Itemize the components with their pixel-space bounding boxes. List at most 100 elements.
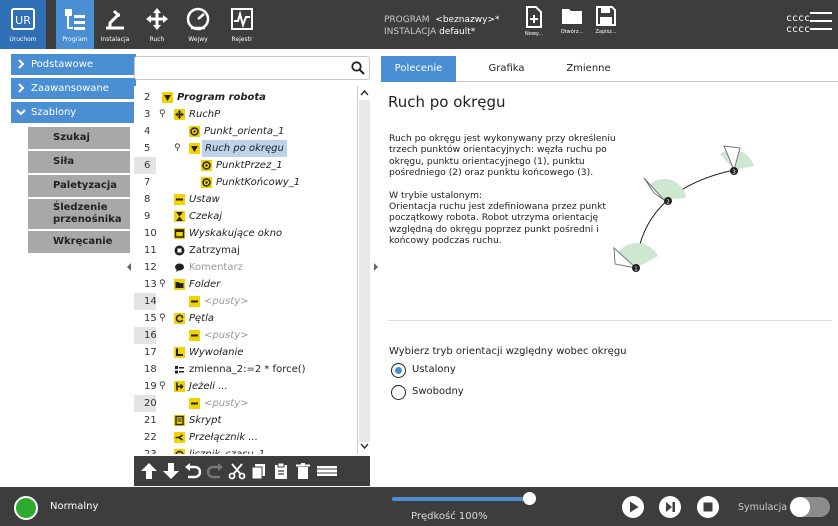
tree-row[interactable]: 13 ⚲ Folder [134, 276, 356, 293]
nav-move[interactable]: Ruch [138, 0, 176, 49]
tree-row[interactable]: 21 Skrypt [134, 412, 356, 429]
cut-scissors-icon[interactable] [228, 462, 246, 480]
description-paragraph-1: Ruch po okręgu jest wykonywany przy okre… [389, 133, 616, 179]
installation-label: INSTALACJA [384, 27, 437, 37]
tree-row[interactable]: 3 ⚲ RuchP [134, 106, 356, 123]
tree-row[interactable]: 22 Przełącznik ... [134, 429, 356, 446]
tab-graphics[interactable]: Grafika [469, 56, 544, 82]
move-up-icon[interactable] [140, 462, 158, 480]
radio-free[interactable]: Swobodny [391, 385, 561, 401]
template-screwdriving[interactable]: Wkręcanie [28, 231, 130, 253]
chevron-right-icon [18, 59, 25, 69]
category-templates[interactable]: Szablony [11, 102, 136, 123]
template-palletizing[interactable]: Paletyzacja [28, 175, 130, 197]
tree-row[interactable]: 4 Punkt_orienta_1 [134, 123, 356, 140]
simulation-toggle[interactable] [790, 497, 830, 517]
scroll-thumb[interactable] [359, 100, 370, 442]
tree-row[interactable]: 7 PunktKońcowy_1 [134, 174, 356, 191]
speed-slider-track[interactable] [392, 497, 530, 501]
template-conveyor-tracking[interactable]: Śledzenie przenośnika [28, 199, 130, 229]
tree-item-label: Folder [189, 279, 221, 290]
program-name: <beznazwy>* [435, 15, 500, 25]
tree-item-label: Jeżeli ... [189, 381, 228, 392]
tree-item-label: <pusty> [204, 296, 249, 307]
nav-run[interactable]: UR Uruchom [0, 0, 46, 49]
collapse-right-icon[interactable] [373, 262, 379, 272]
tree-item-label: PunktPrzez_1 [216, 160, 283, 171]
line-number: 5 [144, 143, 151, 154]
redo-icon[interactable] [206, 462, 224, 480]
step-button[interactable] [659, 496, 681, 518]
collapse-pin-icon[interactable]: ⚲ [159, 310, 166, 327]
nav-log[interactable]: Rejestr [222, 0, 262, 49]
paste-icon[interactable] [272, 462, 290, 480]
tree-item-label: Zatrzymaj [189, 245, 240, 256]
nav-run-label: Uruchom [9, 36, 37, 43]
collapse-left-icon[interactable] [126, 262, 132, 272]
line-number: 9 [144, 211, 151, 222]
radio-fixed-circle[interactable] [391, 363, 406, 378]
tree-row[interactable]: 9 Czekaj [134, 208, 356, 225]
movep-icon [174, 109, 185, 120]
tree-row[interactable]: 18 zmienna_2:=2 * force() [134, 361, 356, 378]
save-button[interactable]: Zapisz... [588, 6, 624, 46]
hamburger-menu-icon[interactable] [810, 12, 832, 32]
tree-row[interactable]: 17 Wywołanie [134, 344, 356, 361]
radio-fixed[interactable]: Ustalony [391, 363, 561, 379]
tree-row[interactable]: 2 Program robota [134, 89, 356, 106]
line-number: 14 [134, 293, 157, 310]
undo-icon[interactable] [184, 462, 202, 480]
play-button[interactable] [622, 496, 644, 518]
move-down-icon[interactable] [162, 462, 180, 480]
tree-row[interactable]: 23 licznik_czasu_1 [134, 446, 356, 454]
scroll-up-icon[interactable] [360, 89, 369, 96]
new-button[interactable]: Nowy... [516, 6, 552, 46]
open-button[interactable]: Otwórz... [554, 6, 590, 46]
tab-command[interactable]: Polecenie [381, 56, 456, 82]
tree-row[interactable]: 20 <pusty> [134, 395, 356, 412]
tree-row[interactable]: 11 Zatrzymaj [134, 242, 356, 259]
collapse-pin-icon[interactable]: ⚲ [159, 276, 166, 293]
comment-icon [175, 263, 184, 272]
tree-item-label: RuchP [189, 109, 221, 120]
tree-row[interactable]: 10 Wyskakujące okno [134, 225, 356, 242]
tree-row[interactable]: 8 Ustaw [134, 191, 356, 208]
category-basic[interactable]: Podstawowe [11, 54, 136, 75]
tree-scrollbar[interactable] [357, 86, 370, 454]
delete-trash-icon[interactable] [294, 462, 312, 480]
stop-button[interactable] [697, 496, 719, 518]
tree-search-input[interactable] [134, 56, 370, 80]
user-line-2: cccc [786, 24, 811, 35]
speed-slider-knob[interactable] [523, 492, 536, 505]
scroll-down-icon[interactable] [360, 443, 369, 450]
collapse-pin-icon[interactable]: ⚲ [159, 378, 166, 395]
template-force[interactable]: Siła [28, 151, 130, 173]
collapse-pin-icon[interactable]: ⚲ [159, 106, 166, 123]
collapse-pin-icon[interactable]: ⚲ [174, 140, 181, 157]
suppress-icon[interactable] [316, 462, 338, 480]
tree-row[interactable]: 16 <pusty> [134, 327, 356, 344]
radio-selected-dot [394, 366, 402, 374]
tree-row[interactable]: 12 Komentarz [134, 259, 356, 276]
template-conveyor-label-2: przenośnika [53, 214, 122, 225]
tree-row[interactable]: 19 ⚲ Jeżeli ... [134, 378, 356, 395]
line-number: 21 [144, 415, 157, 426]
category-advanced[interactable]: Zaawansowane [11, 78, 136, 99]
tree-row[interactable]: 6 PunktPrzez_1 [134, 157, 356, 174]
line-number: 19 [144, 381, 157, 392]
tree-row[interactable]: 15 ⚲ Pętla [134, 310, 356, 327]
robot-status-indicator[interactable] [14, 496, 38, 520]
copy-icon[interactable] [250, 462, 268, 480]
search-icon[interactable] [351, 61, 365, 75]
tree-row[interactable]: 14 <pusty> [134, 293, 356, 310]
user-line-1: cccc [786, 13, 811, 24]
radio-fixed-label: Ustalony [412, 364, 456, 375]
tab-variables[interactable]: Zmienne [546, 56, 631, 82]
category-advanced-label: Zaawansowane [31, 83, 109, 94]
nav-installation[interactable]: Instalacja [96, 0, 134, 49]
template-search[interactable]: Szukaj [28, 127, 130, 149]
nav-io[interactable]: Wejwy [178, 0, 218, 49]
nav-program[interactable]: Program [56, 0, 94, 49]
tree-row[interactable]: 5 ⚲ Ruch po okręgu [134, 140, 356, 157]
radio-free-circle[interactable] [391, 385, 406, 400]
